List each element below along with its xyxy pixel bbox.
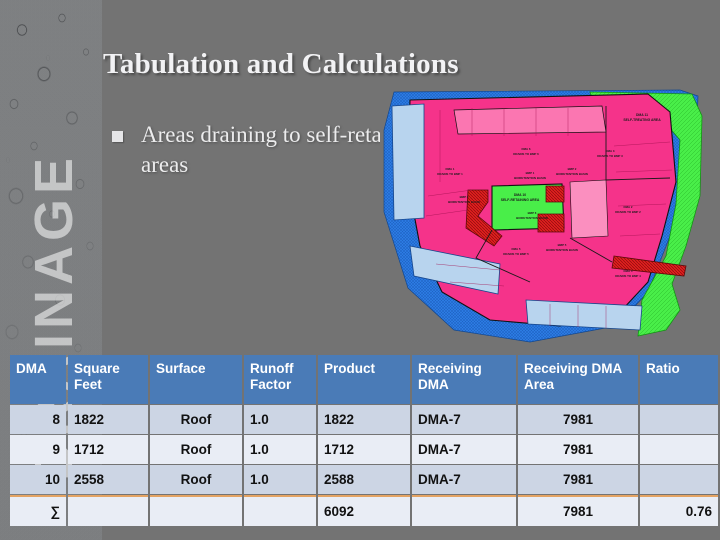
- cell-square-feet: 1712: [68, 435, 148, 464]
- map-label-dma-3-line1: DMA 3: [606, 149, 615, 153]
- map-subzone-pink-center: [569, 179, 609, 239]
- cell-receiving-dma-area: 7981: [518, 435, 638, 464]
- map-label-dma-2-line1: DMA 2: [624, 205, 633, 209]
- column-header-surface[interactable]: Surface: [150, 355, 242, 404]
- map-label-bmp-5-line1: BMP 5: [558, 243, 567, 247]
- map-label-bmp-3-line1: BMP 3: [460, 195, 469, 199]
- cell-receiving-dma: DMA-7: [412, 465, 516, 494]
- table-row: 8 1822 Roof 1.0 1822 DMA-7 7981: [10, 405, 718, 434]
- column-header-ratio[interactable]: Ratio: [640, 355, 718, 404]
- cell-receiving-dma-area: 7981: [518, 405, 638, 434]
- map-label-dma-4-line1: DMA 4: [624, 269, 633, 273]
- map-label-bmp-2-line1: BMP 2: [568, 167, 577, 171]
- cell-ratio: [640, 465, 718, 494]
- cell-sum-surface: [150, 495, 242, 526]
- table-row: 10 2558 Roof 1.0 2588 DMA-7 7981: [10, 465, 718, 494]
- drainage-map-svg: DMA 11 SELF-TREATING AREA DMA 10 SELF-RE…: [380, 86, 720, 348]
- cell-sum-receiving-dma: [412, 495, 516, 526]
- map-label-dma-10-line2: SELF-RETAINING AREA: [501, 198, 540, 202]
- map-subzone-parcel-west: [391, 103, 425, 221]
- cell-surface: Roof: [150, 405, 242, 434]
- map-label-dma-1-line1: DMA 1: [446, 167, 455, 171]
- cell-sum-square-feet: [68, 495, 148, 526]
- map-label-bmp-6-line1: BMP 6: [528, 211, 537, 215]
- column-header-square-feet[interactable]: Square Feet: [68, 355, 148, 404]
- map-label-dma-3-line2: DRAINS TO BMP 3: [597, 154, 623, 158]
- cell-dma: 10: [10, 465, 66, 494]
- slide-canvas: DRAINAGE Tabulation and Calculations Are…: [0, 0, 720, 540]
- column-header-product[interactable]: Product: [318, 355, 410, 404]
- cell-product: 2588: [318, 465, 410, 494]
- page-title: Tabulation and Calculations: [103, 48, 459, 80]
- cell-receiving-dma: DMA-7: [412, 435, 516, 464]
- map-subzone-pink-north: [453, 105, 607, 135]
- map-label-bmp-3-line2: BIORETENTION BASIN: [448, 200, 480, 204]
- cell-square-feet: 2558: [68, 465, 148, 494]
- cell-dma: 9: [10, 435, 66, 464]
- square-bullet-icon: [112, 131, 123, 142]
- cell-ratio: [640, 405, 718, 434]
- table-header-row: DMA Square Feet Surface Runoff Factor Pr…: [10, 355, 718, 404]
- map-label-dma-11-line2: SELF-TREATING AREA: [623, 118, 661, 122]
- cell-receiving-dma: DMA-7: [412, 405, 516, 434]
- map-zone-bmp6-basin: [545, 185, 565, 203]
- cell-receiving-dma-area: 7981: [518, 465, 638, 494]
- table-total-row: ∑ 6092 7981 0.76: [10, 495, 718, 526]
- table-row: 9 1712 Roof 1.0 1712 DMA-7 7981: [10, 435, 718, 464]
- cell-surface: Roof: [150, 435, 242, 464]
- cell-ratio: [640, 435, 718, 464]
- cell-runoff-factor: 1.0: [244, 435, 316, 464]
- map-label-dma-1-line2: DRAINS TO BMP 1: [437, 172, 463, 176]
- column-header-dma[interactable]: DMA: [10, 355, 66, 404]
- map-label-dma-10-line1: DMA 10: [514, 193, 526, 197]
- cell-runoff-factor: 1.0: [244, 405, 316, 434]
- map-label-bmp-5-line2: BIORETENTION BASIN: [546, 248, 578, 252]
- column-header-receiving-dma-area[interactable]: Receiving DMA Area: [518, 355, 638, 404]
- cell-sum-receiving-dma-area: 7981: [518, 495, 638, 526]
- map-label-dma-5-line2: DRAINS TO BMP 5: [503, 252, 529, 256]
- map-label-dma-5-line1: DMA 5: [512, 247, 521, 251]
- cell-sum-symbol: ∑: [10, 495, 66, 526]
- map-label-bmp-2-line2: BIORETENTION BASIN: [556, 172, 588, 176]
- calculations-table-wrapper: DMA Square Feet Surface Runoff Factor Pr…: [8, 354, 718, 527]
- map-label-bmp-6-line2: BIORETENTION BASIN: [516, 216, 548, 220]
- cell-sum-ratio: 0.76: [640, 495, 718, 526]
- map-label-dma-11-line1: DMA 11: [636, 113, 648, 117]
- map-label-dma-6-line1: DMA 6: [522, 147, 531, 151]
- cell-dma: 8: [10, 405, 66, 434]
- map-label-dma-4-line2: DRAINS TO BMP 4: [615, 274, 641, 278]
- cell-sum-runoff-factor: [244, 495, 316, 526]
- cell-square-feet: 1822: [68, 405, 148, 434]
- column-header-runoff-factor[interactable]: Runoff Factor: [244, 355, 316, 404]
- map-label-bmp-1-line2: BIORETENTION BASIN: [514, 176, 546, 180]
- map-label-dma-6-line2: DRAINS TO BMP 6: [513, 152, 539, 156]
- column-header-receiving-dma[interactable]: Receiving DMA: [412, 355, 516, 404]
- cell-surface: Roof: [150, 465, 242, 494]
- cell-runoff-factor: 1.0: [244, 465, 316, 494]
- cell-product: 1712: [318, 435, 410, 464]
- calculations-table: DMA Square Feet Surface Runoff Factor Pr…: [8, 354, 720, 527]
- cell-sum-product: 6092: [318, 495, 410, 526]
- map-label-bmp-1-line1: BMP 1: [526, 171, 535, 175]
- cell-product: 1822: [318, 405, 410, 434]
- drainage-map-figure: DMA 11 SELF-TREATING AREA DMA 10 SELF-RE…: [380, 86, 720, 348]
- map-label-dma-2-line2: DRAINS TO BMP 2: [615, 210, 641, 214]
